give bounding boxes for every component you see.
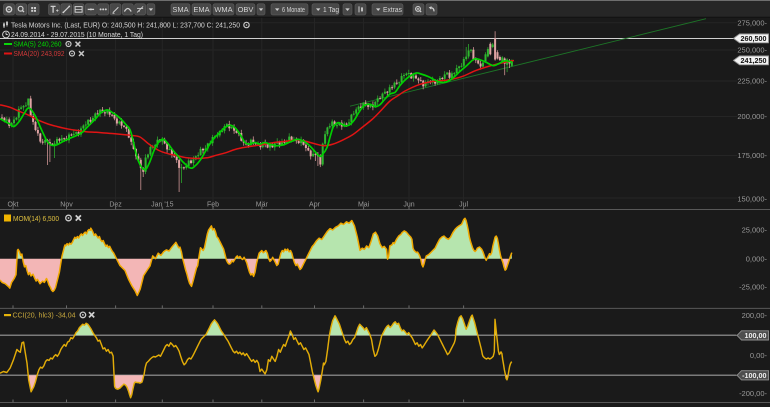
svg-text:MOM(14) 6,500: MOM(14) 6,500	[13, 216, 59, 223]
svg-text:Jun: Jun	[403, 202, 414, 209]
svg-text:Jul: Jul	[459, 202, 468, 209]
svg-text:Dez: Dez	[109, 202, 122, 209]
svg-text:WMA: WMA	[214, 5, 232, 14]
svg-text:175,000-: 175,000-	[737, 151, 767, 160]
svg-text:100,00: 100,00	[745, 331, 767, 340]
svg-text:Jan '15: Jan '15	[151, 202, 173, 209]
svg-text:SMA(20) 243,092: SMA(20) 243,092	[14, 51, 65, 58]
svg-text:SMA(5) 240,260: SMA(5) 240,260	[14, 42, 62, 49]
svg-text:Mai: Mai	[358, 202, 370, 209]
svg-text:1 Tag: 1 Tag	[323, 7, 339, 14]
svg-text:200,00-: 200,00-	[742, 311, 768, 320]
svg-text:Nov: Nov	[60, 202, 73, 209]
svg-text:225,000-: 225,000-	[737, 77, 767, 86]
svg-text:Extras: Extras	[383, 7, 402, 14]
svg-text:SMA: SMA	[172, 5, 188, 14]
svg-text:25,000-: 25,000-	[742, 225, 768, 234]
svg-text:CCI(20, hlc3) -34,04: CCI(20, hlc3) -34,04	[13, 313, 76, 320]
svg-text:260,500: 260,500	[741, 34, 767, 43]
svg-text:EMA: EMA	[193, 5, 209, 14]
svg-text:150,000-: 150,000-	[737, 195, 767, 204]
svg-text:Tesla Motors Inc. (Last, EUR): Tesla Motors Inc. (Last, EUR) O: 240,500…	[11, 21, 240, 30]
svg-text:6 Monate: 6 Monate	[282, 7, 305, 14]
svg-text:-25,000-: -25,000-	[739, 283, 767, 292]
svg-text:Apr: Apr	[309, 202, 321, 209]
svg-text:200,000-: 200,000-	[737, 112, 767, 121]
svg-text:-100,00: -100,00	[742, 371, 766, 380]
svg-text:250,000-: 250,000-	[737, 46, 767, 55]
svg-text:OBV: OBV	[238, 5, 254, 14]
svg-text:Okt: Okt	[8, 202, 19, 209]
svg-text:Feb: Feb	[207, 202, 219, 209]
svg-text:0,000-: 0,000-	[746, 255, 768, 264]
svg-text:24.09.2014 - 29.07.2015 (10 Mo: 24.09.2014 - 29.07.2015 (10 Monate, 1 Ta…	[11, 30, 143, 39]
svg-text:0,00-: 0,00-	[750, 351, 768, 360]
svg-text:241,250: 241,250	[741, 56, 767, 65]
svg-text:275,000-: 275,000-	[737, 19, 767, 28]
svg-text:Mär: Mär	[256, 202, 269, 209]
svg-text:-200,00-: -200,00-	[739, 389, 767, 398]
